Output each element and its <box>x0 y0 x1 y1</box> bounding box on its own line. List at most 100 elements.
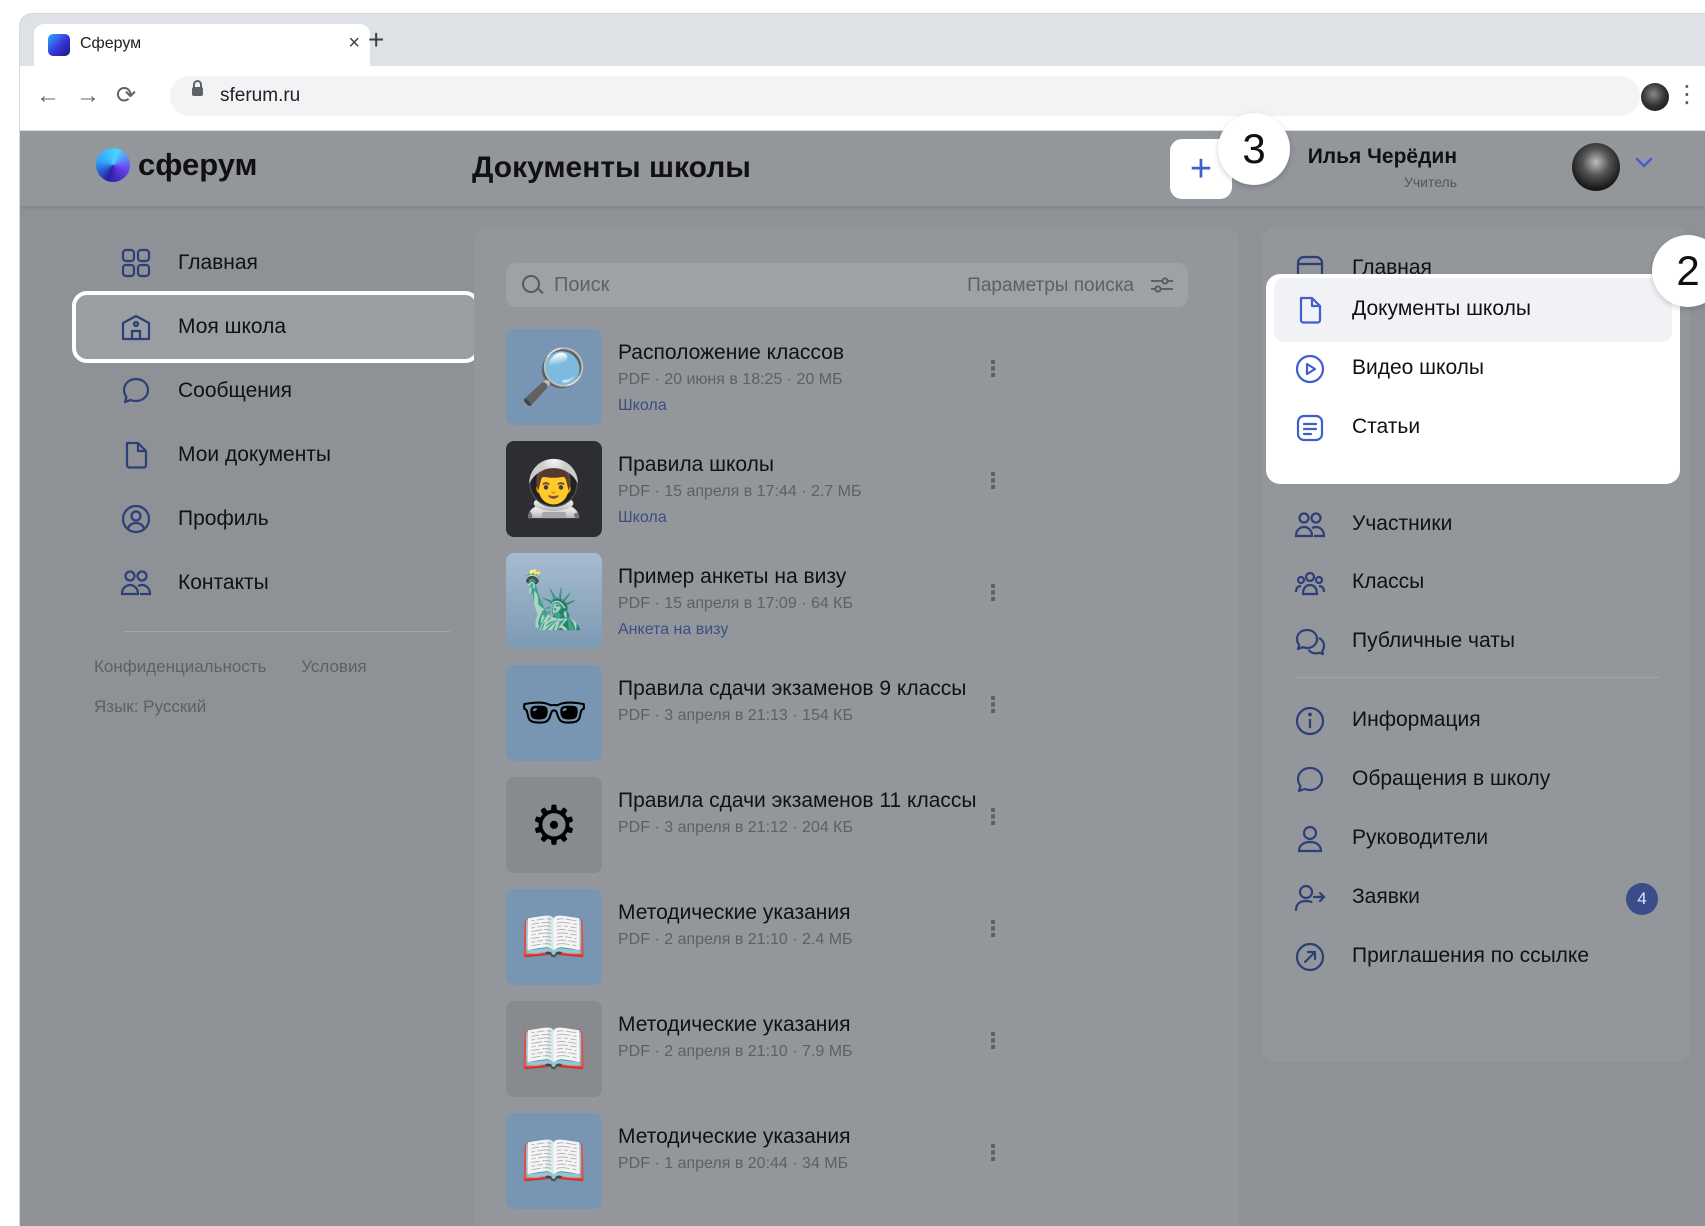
more-vertical-icon[interactable]: ⋮ <box>982 1142 1004 1164</box>
search-params-button[interactable]: Параметры поиска <box>967 275 1134 297</box>
menu-item-label: Публичные чаты <box>1352 629 1515 652</box>
more-vertical-icon[interactable]: ⋮ <box>982 1030 1004 1052</box>
menu-item-label: Руководители <box>1352 826 1489 849</box>
gear-icon: ⚙ <box>506 777 602 873</box>
document-meta: PDF · 2 апреля в 21:10 · 2.4 МБ <box>618 931 853 948</box>
left-sidebar: Главная Моя школа Сообщения Мои документ… <box>72 231 480 654</box>
browser-menu-icon[interactable]: ⋮ <box>1675 80 1699 109</box>
more-vertical-icon[interactable]: ⋮ <box>982 358 1004 380</box>
menu-divider <box>1294 677 1660 678</box>
menu-item-articles[interactable]: Статьи <box>1262 400 1690 456</box>
grid-icon <box>121 248 151 278</box>
info-icon <box>1295 706 1325 736</box>
sidebar-item-home[interactable]: Главная <box>76 231 476 295</box>
privacy-link[interactable]: Конфиденциальность <box>94 657 266 676</box>
sidebar-item-label: Контакты <box>178 571 269 594</box>
menu-item-invites[interactable]: Приглашения по ссылке <box>1262 929 1690 985</box>
more-vertical-icon[interactable]: ⋮ <box>982 470 1004 492</box>
terms-link[interactable]: Условия <box>301 657 366 676</box>
sidebar-item-my-school[interactable]: Моя школа <box>72 291 480 363</box>
requests-count-badge: 4 <box>1626 883 1658 915</box>
address-bar[interactable]: sferum.ru <box>170 76 1640 116</box>
sidebar-item-messages[interactable]: Сообщения <box>76 359 476 423</box>
document-title: Правила сдачи экзаменов 9 классы <box>618 677 967 700</box>
menu-item-label: Обращения в школу <box>1352 767 1551 790</box>
browser-toolbar: ← → ⟳ sferum.ru ⋮ <box>20 66 1705 131</box>
document-tag[interactable]: Школа <box>618 397 667 415</box>
document-tag[interactable]: Школа <box>618 509 667 527</box>
page-title: Документы школы <box>472 151 751 184</box>
menu-item-members[interactable]: Участники <box>1262 497 1690 553</box>
menu-item-school-video[interactable]: Видео школы <box>1262 341 1690 397</box>
menu-item-public-chats[interactable]: Публичные чаты <box>1262 614 1690 670</box>
callout-number-3: 3 <box>1218 113 1290 185</box>
browser-tab[interactable]: Сферум × <box>34 24 370 66</box>
list-item[interactable]: 👨‍🚀 Правила школы PDF · 15 апреля в 17:4… <box>506 441 1206 553</box>
back-arrow-icon[interactable]: ← <box>36 82 60 110</box>
forward-arrow-icon[interactable]: → <box>76 82 100 110</box>
documents-panel: Поиск Параметры поиска 🔎 Расположение кл… <box>474 227 1239 1226</box>
list-item[interactable]: ⚙ Правила сдачи экзаменов 11 классы PDF … <box>506 777 1206 889</box>
people-icon <box>120 570 152 596</box>
close-icon[interactable]: × <box>348 32 360 55</box>
list-item[interactable]: 📖 Методические указания PDF · 1 апреля в… <box>506 1113 1206 1225</box>
sidebar-item-contacts[interactable]: Контакты <box>76 551 476 615</box>
chat-bubble-icon <box>1296 766 1324 793</box>
list-item[interactable]: 📖 Методические указания PDF · 2 апреля в… <box>506 1001 1206 1113</box>
menu-item-leaders[interactable]: Руководители <box>1262 811 1690 867</box>
new-tab-icon[interactable]: + <box>368 26 384 54</box>
document-title: Пример анкеты на визу <box>618 565 847 588</box>
list-item[interactable]: 🗽 Пример анкеты на визу PDF · 15 апреля … <box>506 553 1206 665</box>
filter-sliders-icon[interactable] <box>1150 276 1174 294</box>
list-item[interactable]: 📖 Методические указания PDF · 2 апреля в… <box>506 889 1206 1001</box>
people-icon <box>1294 512 1326 538</box>
highlighted-submenu: Документы школы Видео школы Статьи <box>1266 274 1680 484</box>
menu-item-classes[interactable]: Классы <box>1262 555 1690 611</box>
open-book-icon: 📖 <box>506 1113 602 1209</box>
menu-item-label: Документы школы <box>1352 297 1531 320</box>
footer-links: Конфиденциальность Условия <box>94 657 397 677</box>
menu-item-label: Видео школы <box>1352 356 1485 379</box>
user-name[interactable]: Илья Черёдин <box>1308 145 1457 169</box>
menu-item-info[interactable]: Информация <box>1262 693 1690 749</box>
browser-profile-avatar[interactable] <box>1641 83 1669 111</box>
menu-item-appeals[interactable]: Обращения в школу <box>1262 752 1690 808</box>
sunglasses-icon: 🕶 <box>506 665 602 761</box>
user-role: Учитель <box>1403 174 1457 190</box>
browser-window: Сферум × + ← → ⟳ sferum.ru ⋮ сферум Доку… <box>20 14 1705 1226</box>
chevron-down-icon[interactable] <box>1634 153 1654 176</box>
document-tag[interactable]: Анкета на визу <box>618 621 728 639</box>
more-vertical-icon[interactable]: ⋮ <box>982 694 1004 716</box>
document-title: Правила сдачи экзаменов 11 классы <box>618 789 977 812</box>
tab-bar: Сферум × + <box>20 14 1705 66</box>
menu-item-school-docs[interactable]: Документы школы <box>1262 282 1690 338</box>
document-icon <box>125 441 148 469</box>
reload-icon[interactable]: ⟳ <box>116 82 136 110</box>
search-placeholder: Поиск <box>554 274 610 296</box>
menu-item-label: Участники <box>1352 512 1453 535</box>
app-header: сферум Документы школы + 3 Илья Черёдин … <box>20 113 1705 206</box>
search-input[interactable]: Поиск Параметры поиска <box>506 263 1188 307</box>
play-circle-icon <box>1295 354 1325 384</box>
list-item[interactable]: 🕶 Правила сдачи экзаменов 9 классы PDF ·… <box>506 665 1206 777</box>
document-title: Расположение классов <box>618 341 845 364</box>
more-vertical-icon[interactable]: ⋮ <box>982 806 1004 828</box>
document-title: Правила школы <box>618 453 774 476</box>
sidebar-item-my-documents[interactable]: Мои документы <box>76 423 476 487</box>
document-meta: PDF · 1 апреля в 20:44 · 34 МБ <box>618 1155 849 1172</box>
list-item[interactable]: 🔎 Расположение классов PDF · 20 июня в 1… <box>506 329 1206 441</box>
chat-bubble-icon <box>122 377 150 404</box>
sferum-logo-icon <box>96 148 130 182</box>
person-icon <box>1297 825 1323 853</box>
sidebar-item-profile[interactable]: Профиль <box>76 487 476 551</box>
more-vertical-icon[interactable]: ⋮ <box>982 918 1004 940</box>
avatar[interactable] <box>1572 143 1620 191</box>
sferum-logo[interactable]: сферум <box>96 147 258 183</box>
language-selector[interactable]: Язык: Русский <box>94 697 206 717</box>
more-vertical-icon[interactable]: ⋮ <box>982 582 1004 604</box>
document-meta: PDF · 15 апреля в 17:09 · 64 КБ <box>618 595 853 612</box>
lock-icon <box>192 80 203 96</box>
sidebar-item-label: Мои документы <box>178 443 332 466</box>
sidebar-item-label: Главная <box>178 251 258 274</box>
menu-item-requests[interactable]: Заявки 4 <box>1262 870 1690 926</box>
